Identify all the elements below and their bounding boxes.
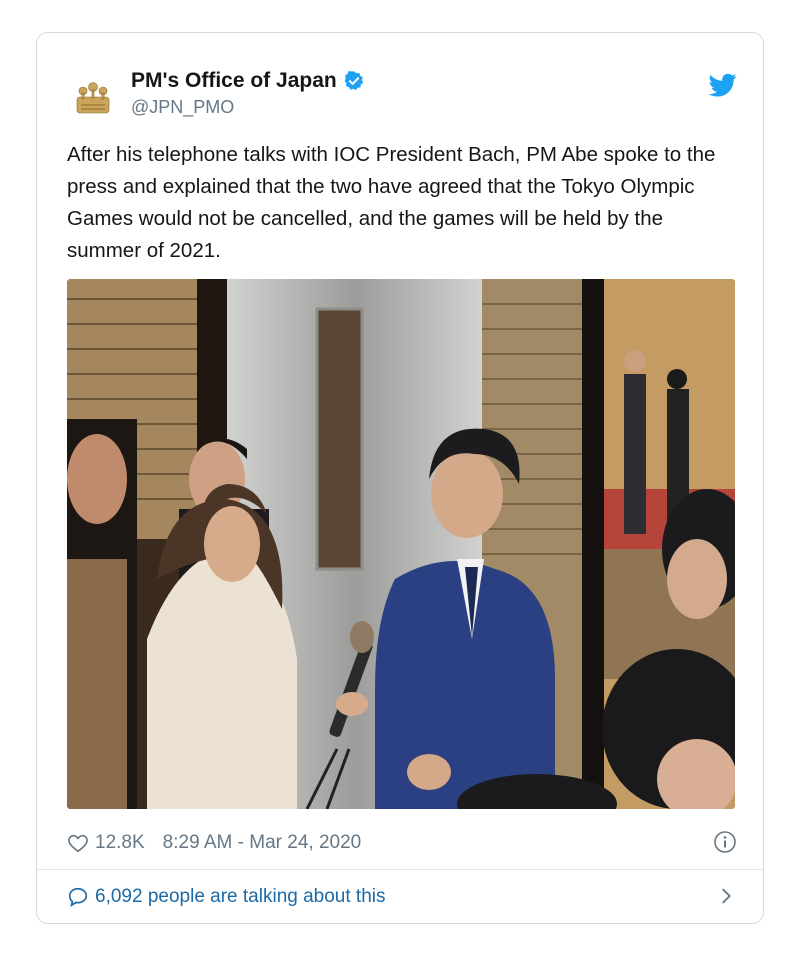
comment-bubble-icon xyxy=(68,887,88,908)
tweet-text: After his telephone talks with IOC Presi… xyxy=(67,143,716,262)
divider xyxy=(37,869,763,870)
tweet-photo[interactable] xyxy=(67,279,735,809)
display-name-text[interactable]: PM's Office of Japan xyxy=(131,67,337,95)
verified-badge-icon xyxy=(344,71,363,91)
display-name[interactable]: PM's Office of Japan xyxy=(131,67,365,95)
twitter-bird-icon[interactable] xyxy=(709,71,737,99)
info-icon[interactable] xyxy=(713,830,737,854)
heart-icon[interactable] xyxy=(67,832,89,854)
account-names: PM's Office of Japan @JPN_PMO xyxy=(131,67,365,119)
tweet-timestamp[interactable]: 8:29 AM - Mar 24, 2020 xyxy=(163,832,362,854)
like-count[interactable]: 12.8K xyxy=(95,832,145,854)
account-handle[interactable]: @JPN_PMO xyxy=(131,95,365,119)
government-seal-icon[interactable] xyxy=(71,75,115,119)
tweet-card: PM's Office of Japan @JPN_PMO After his … xyxy=(36,32,764,924)
chevron-right-icon[interactable] xyxy=(715,885,737,907)
tweet-meta: 12.8K 8:29 AM - Mar 24, 2020 xyxy=(67,828,737,858)
talking-about-text[interactable]: 6,092 people are talking about this xyxy=(95,886,386,908)
talking-about-link[interactable]: 6,092 people are talking about this xyxy=(67,881,737,913)
press-photo-illustration xyxy=(67,279,735,809)
tweet-header: PM's Office of Japan @JPN_PMO xyxy=(67,67,737,127)
